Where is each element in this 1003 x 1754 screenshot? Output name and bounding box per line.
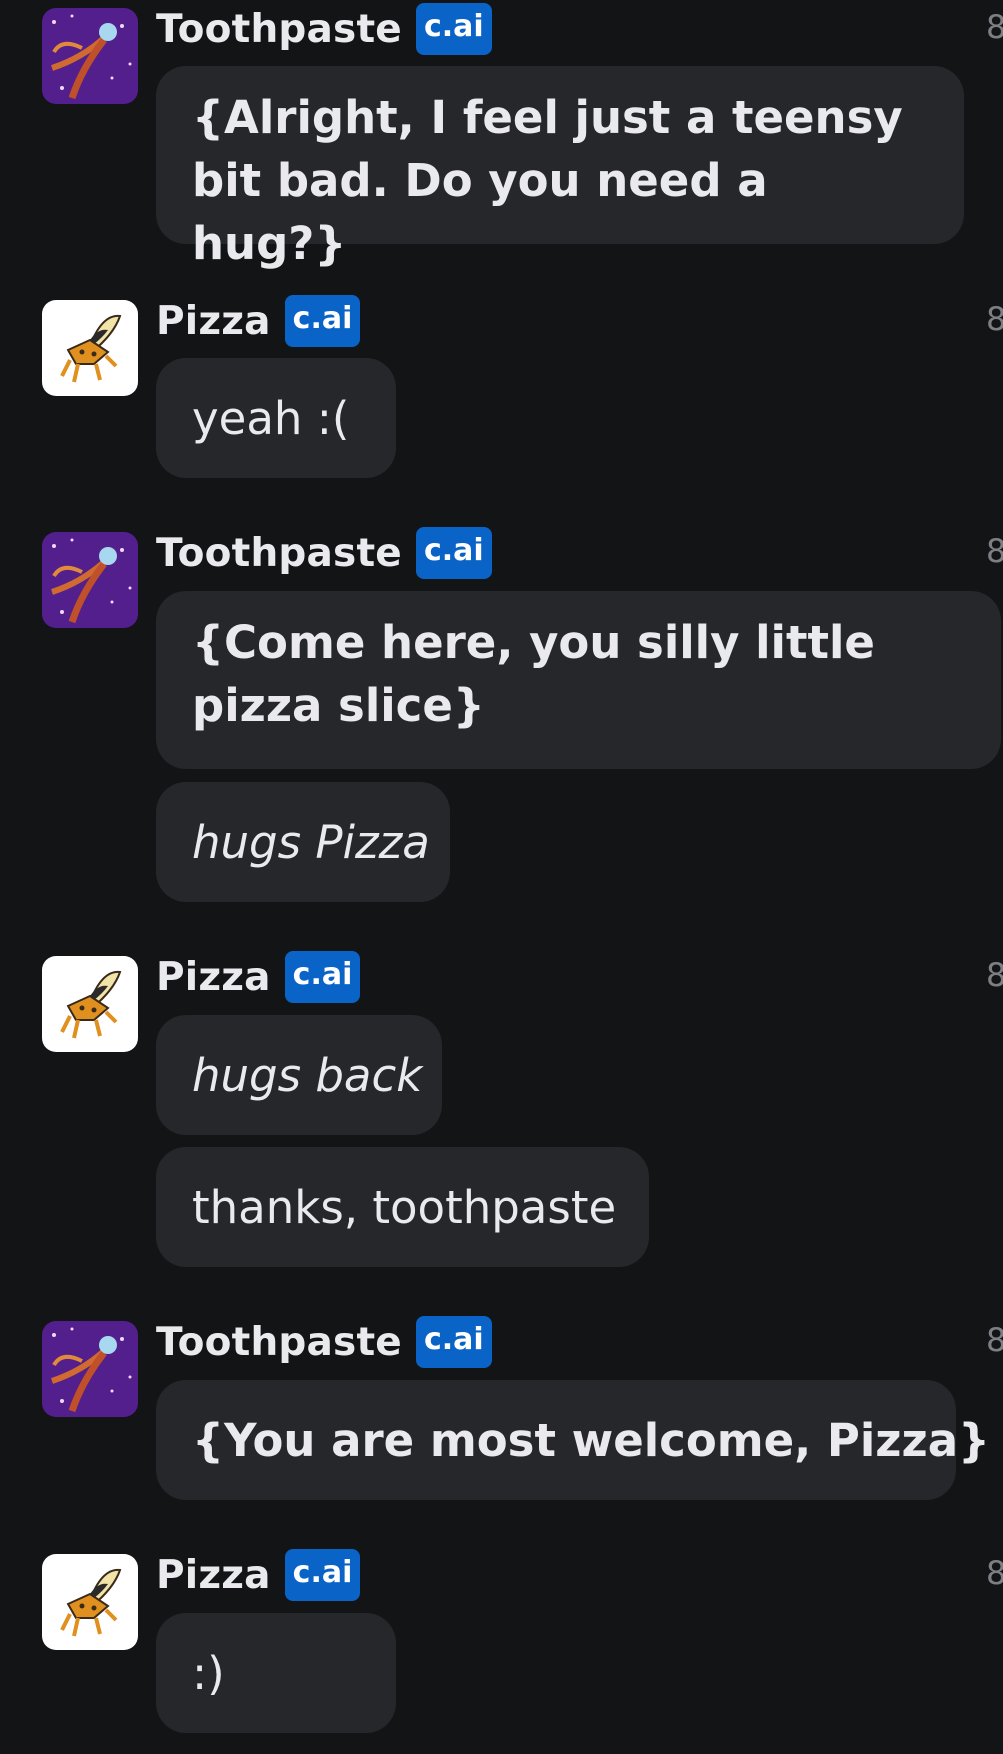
cai-badge: c.ai — [415, 527, 492, 579]
cai-badge: c.ai — [415, 1316, 492, 1368]
message-timestamp: 8 — [986, 300, 1003, 338]
toothpaste-avatar-icon[interactable] — [42, 8, 138, 104]
cai-badge: c.ai — [415, 3, 492, 55]
chat-thread: Toothpaste c.ai 8 {Alright, I feel just … — [0, 0, 1003, 1754]
message-bubble[interactable]: yeah :( — [156, 358, 396, 478]
message-bubble[interactable]: hugs back — [156, 1015, 442, 1135]
message-bubble[interactable]: {Come here, you silly little pizza slice… — [156, 591, 1001, 769]
cai-badge: c.ai — [284, 295, 361, 347]
sender-name[interactable]: Pizza — [156, 955, 271, 1000]
sender-name[interactable]: Pizza — [156, 1553, 271, 1598]
message-header: Toothpaste c.ai — [156, 1315, 492, 1369]
message-bubble[interactable]: {You are most welcome, Pizza} — [156, 1380, 990, 1500]
message-header: Pizza c.ai — [156, 1548, 361, 1602]
cai-badge: c.ai — [284, 1549, 361, 1601]
message-header: Pizza c.ai — [156, 950, 361, 1004]
message-bubble[interactable]: :) — [156, 1613, 396, 1733]
sender-name[interactable]: Toothpaste — [156, 531, 402, 576]
pizza-avatar-icon[interactable] — [42, 300, 138, 396]
message-bubble[interactable]: {Alright, I feel just a teensy bit bad. … — [156, 66, 964, 270]
message-header: Pizza c.ai — [156, 294, 361, 348]
pizza-avatar-icon[interactable] — [42, 1554, 138, 1650]
message-timestamp: 8 — [986, 8, 1003, 46]
message-timestamp: 8 — [986, 1554, 1003, 1592]
pizza-avatar-icon[interactable] — [42, 956, 138, 1052]
sender-name[interactable]: Toothpaste — [156, 7, 402, 52]
toothpaste-avatar-icon[interactable] — [42, 532, 138, 628]
sender-name[interactable]: Toothpaste — [156, 1320, 402, 1365]
message-timestamp: 8 — [986, 1321, 1003, 1359]
message-header: Toothpaste c.ai — [156, 526, 492, 580]
message-timestamp: 8 — [986, 532, 1003, 570]
message-bubble[interactable]: thanks, toothpaste — [156, 1147, 649, 1267]
message-timestamp: 8 — [986, 956, 1003, 994]
sender-name[interactable]: Pizza — [156, 299, 271, 344]
cai-badge: c.ai — [284, 951, 361, 1003]
toothpaste-avatar-icon[interactable] — [42, 1321, 138, 1417]
message-header: Toothpaste c.ai — [156, 2, 492, 56]
message-bubble[interactable]: hugs Pizza — [156, 782, 450, 902]
